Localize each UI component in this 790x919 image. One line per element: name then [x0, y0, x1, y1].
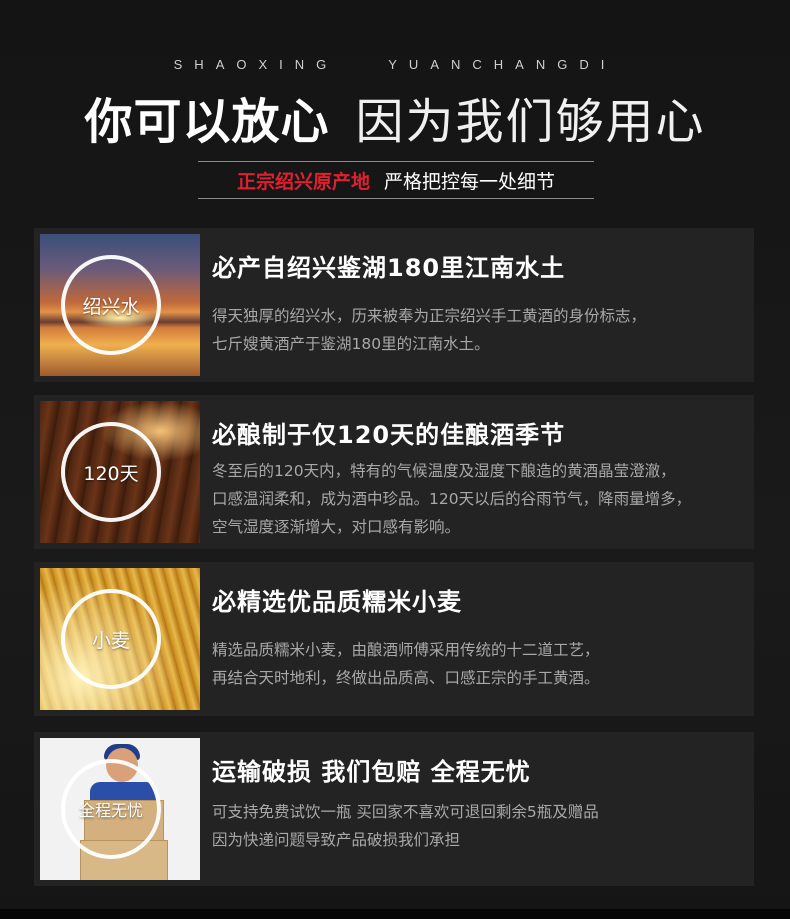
card-description: 得天独厚的绍兴水，历来被奉为正宗绍兴手工黄酒的身份标志， 七斤嫂黄酒产于鉴湖18…	[212, 302, 760, 358]
desc-line: 空气湿度逐渐增大，对口感有影响。	[212, 518, 461, 536]
headline-thin: 因为我们够用心	[355, 94, 706, 150]
badge-ring: 小麦	[61, 589, 161, 689]
wine-cellar-image: 120天	[40, 401, 200, 543]
desc-line: 再结合天时地利，终做出品质高、口感正宗的手工黄酒。	[212, 669, 600, 687]
desc-line: 口感温润柔和，成为酒中珍品。120天以后的谷雨节气，降雨量增多，	[212, 490, 692, 508]
english-subtitle: SHAOXING YUANCHANGDI	[0, 57, 790, 72]
badge-ring: 120天	[61, 422, 161, 522]
desc-line: 得天独厚的绍兴水，历来被奉为正宗绍兴手工黄酒的身份标志，	[212, 307, 647, 325]
feature-card-water: 绍兴水 必产自绍兴鉴湖180里江南水土 得天独厚的绍兴水，历来被奉为正宗绍兴手工…	[34, 228, 754, 382]
desc-line: 可支持免费试饮一瓶 买回家不喜欢可退回剩余5瓶及赠品	[212, 803, 599, 821]
desc-line: 精选品质糯米小麦，由酿酒师傅采用传统的十二道工艺，	[212, 641, 600, 659]
feature-card-season: 120天 必酿制于仅120天的佳酿酒季节 冬至后的120天内，特有的气候温度及湿…	[34, 395, 754, 549]
tagline-detail: 严格把控每一处细节	[384, 170, 556, 193]
desc-line: 冬至后的120天内，特有的气候温度及湿度下酿造的黄酒晶莹澄澈，	[212, 462, 676, 480]
subtitle-shaoxing: SHAOXING	[173, 57, 339, 72]
card-title: 必酿制于仅120天的佳酿酒季节	[212, 421, 566, 449]
courier-image: 全程无忧	[40, 738, 200, 880]
feature-card-grain: 小麦 必精选优品质糯米小麦 精选品质糯米小麦，由酿酒师傅采用传统的十二道工艺， …	[34, 562, 754, 716]
page: SHAOXING YUANCHANGDI 你可以放心 因为我们够用心 正宗绍兴原…	[0, 0, 790, 919]
badge-ring: 绍兴水	[61, 255, 161, 355]
tagline-origin: 正宗绍兴原产地	[236, 170, 370, 193]
card-description: 可支持免费试饮一瓶 买回家不喜欢可退回剩余5瓶及赠品 因为快递问题导致产品破损我…	[212, 798, 760, 854]
badge-label: 绍兴水	[82, 295, 140, 318]
desc-line: 七斤嫂黄酒产于鉴湖180里的江南水土。	[212, 335, 490, 353]
badge-label: 120天	[83, 462, 139, 485]
badge-ring: 全程无忧	[61, 759, 161, 859]
desc-line: 因为快递问题导致产品破损我们承担	[212, 831, 461, 849]
badge-label: 小麦	[91, 629, 130, 652]
feature-card-shipping: 全程无忧 运输破损 我们包赔 全程无忧 可支持免费试饮一瓶 买回家不喜欢可退回剩…	[34, 732, 754, 886]
bottom-bar	[0, 909, 790, 919]
wheat-field-image: 小麦	[40, 568, 200, 710]
lake-sunset-image: 绍兴水	[40, 234, 200, 376]
card-description: 精选品质糯米小麦，由酿酒师傅采用传统的十二道工艺， 再结合天时地利，终做出品质高…	[212, 636, 760, 692]
card-title: 必产自绍兴鉴湖180里江南水土	[212, 254, 566, 282]
card-title: 必精选优品质糯米小麦	[212, 588, 462, 616]
card-description: 冬至后的120天内，特有的气候温度及湿度下酿造的黄酒晶莹澄澈， 口感温润柔和，成…	[212, 457, 760, 541]
tagline: 正宗绍兴原产地 严格把控每一处细节	[198, 161, 594, 199]
subtitle-yuanchangdi: YUANCHANGDI	[388, 57, 617, 72]
card-title: 运输破损 我们包赔 全程无忧	[212, 758, 531, 786]
headline-bold: 你可以放心	[84, 94, 330, 150]
badge-label: 全程无忧	[78, 801, 143, 820]
headline: 你可以放心 因为我们够用心	[0, 82, 790, 152]
